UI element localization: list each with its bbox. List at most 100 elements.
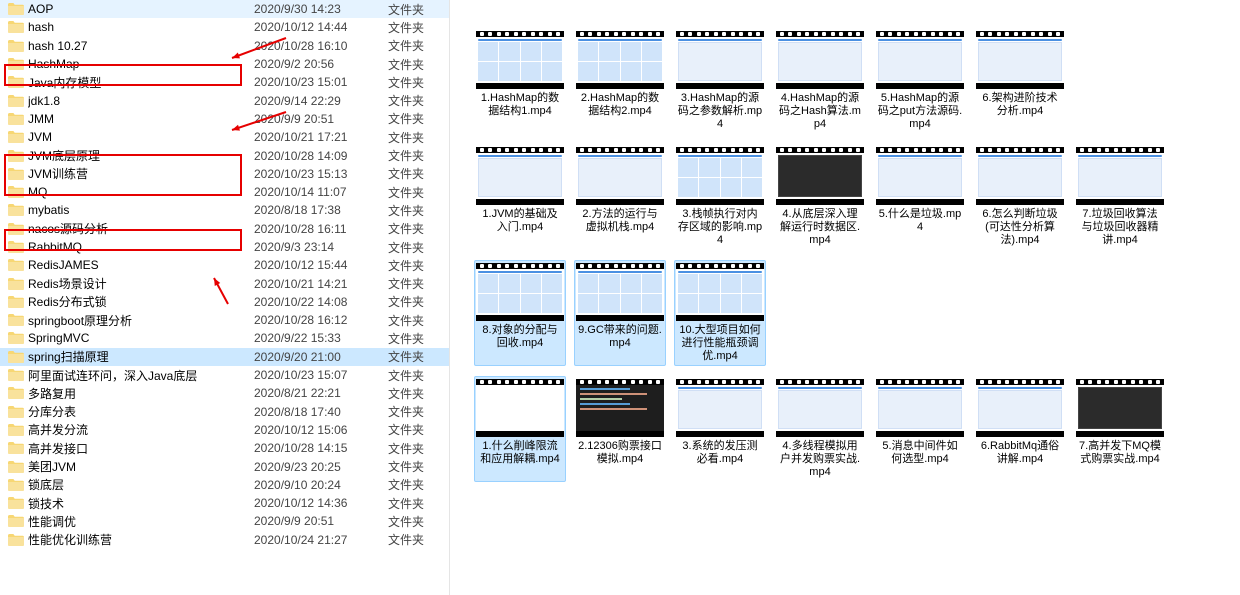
video-thumbnail[interactable]: 1.HashMap的数据结构1.mp4 — [474, 28, 566, 134]
video-thumbnail[interactable]: 5.HashMap的源码之put方法源码.mp4 — [874, 28, 966, 134]
video-thumbnail[interactable]: 8.对象的分配与回收.mp4 — [474, 260, 566, 366]
folder-type: 文件夹 — [388, 37, 424, 54]
folder-date: 2020/9/30 14:23 — [254, 2, 388, 16]
folder-name: 锁技术 — [28, 495, 254, 512]
folder-row[interactable]: spring扫描原理2020/9/20 21:00文件夹 — [0, 348, 449, 366]
folder-row[interactable]: RedisJAMES2020/10/12 15:44文件夹 — [0, 256, 449, 274]
folder-row[interactable]: 美团JVM2020/9/23 20:25文件夹 — [0, 457, 449, 475]
folder-date: 2020/10/22 14:08 — [254, 295, 388, 309]
folder-date: 2020/10/28 16:10 — [254, 39, 388, 53]
folder-row[interactable]: Redis场景设计2020/10/21 14:21文件夹 — [0, 274, 449, 292]
video-film-icon — [676, 147, 764, 205]
video-thumbnail[interactable]: 3.栈帧执行对内存区域的影响.mp4 — [674, 144, 766, 250]
folder-icon — [8, 479, 24, 491]
folder-name: 高并发接口 — [28, 440, 254, 457]
folder-row[interactable]: 多路复用2020/8/21 22:21文件夹 — [0, 384, 449, 402]
folder-name: HashMap — [28, 57, 254, 71]
video-filename: 5.HashMap的源码之put方法源码.mp4 — [877, 92, 963, 131]
folder-row[interactable]: SpringMVC2020/9/22 15:33文件夹 — [0, 329, 449, 347]
video-thumbnail[interactable]: 7.垃圾回收算法与垃圾回收器精讲.mp4 — [1074, 144, 1166, 250]
folder-date: 2020/8/21 22:21 — [254, 386, 388, 400]
video-film-icon — [1076, 147, 1164, 205]
folder-row[interactable]: JVM底层原理2020/10/28 14:09文件夹 — [0, 146, 449, 164]
video-thumbnail[interactable]: 6.怎么判断垃圾(可达性分析算法).mp4 — [974, 144, 1066, 250]
video-filename: 4.多线程模拟用户并发购票实战.mp4 — [777, 440, 863, 479]
video-thumbnail[interactable]: 10.大型项目如何进行性能瓶颈调优.mp4 — [674, 260, 766, 366]
folder-row[interactable]: jdk1.82020/9/14 22:29文件夹 — [0, 91, 449, 109]
folder-icon — [8, 369, 24, 381]
folder-row[interactable]: 性能优化训练营2020/10/24 21:27文件夹 — [0, 531, 449, 549]
folder-type: 文件夹 — [388, 330, 424, 347]
video-thumbnail[interactable]: 4.HashMap的源码之Hash算法.mp4 — [774, 28, 866, 134]
folder-row[interactable]: hash 10.272020/10/28 16:10文件夹 — [0, 37, 449, 55]
video-thumbnail[interactable]: 7.高并发下MQ模式购票实战.mp4 — [1074, 376, 1166, 482]
folder-type: 文件夹 — [388, 239, 424, 256]
folder-row[interactable]: Redis分布式锁2020/10/22 14:08文件夹 — [0, 293, 449, 311]
folder-icon — [8, 351, 24, 363]
folder-date: 2020/10/21 17:21 — [254, 130, 388, 144]
folder-name: 分库分表 — [28, 403, 254, 420]
video-filename: 3.栈帧执行对内存区域的影响.mp4 — [677, 208, 763, 247]
folder-row[interactable]: JMM2020/9/9 20:51文件夹 — [0, 110, 449, 128]
folder-row[interactable]: JVM训练营2020/10/23 15:13文件夹 — [0, 165, 449, 183]
video-thumbnail[interactable]: 3.HashMap的源码之参数解析.mp4 — [674, 28, 766, 134]
folder-name: 性能调优 — [28, 513, 254, 530]
folder-name: spring扫描原理 — [28, 348, 254, 365]
folder-row[interactable]: 锁底层2020/9/10 20:24文件夹 — [0, 476, 449, 494]
video-thumbnail[interactable]: 4.从底层深入理解运行时数据区.mp4 — [774, 144, 866, 250]
video-filename: 1.HashMap的数据结构1.mp4 — [477, 92, 563, 118]
folder-row[interactable]: 分库分表2020/8/18 17:40文件夹 — [0, 403, 449, 421]
folder-icon — [8, 223, 24, 235]
folder-row[interactable]: 高并发分流2020/10/12 15:06文件夹 — [0, 421, 449, 439]
folder-date: 2020/10/28 16:11 — [254, 222, 388, 236]
folder-type: 文件夹 — [388, 74, 424, 91]
folder-row[interactable]: 阿里面试连环问，深入Java底层2020/10/23 15:07文件夹 — [0, 366, 449, 384]
video-thumbnail[interactable]: 1.什么削峰限流和应用解耦.mp4 — [474, 376, 566, 482]
folder-row[interactable]: HashMap2020/9/2 20:56文件夹 — [0, 55, 449, 73]
folder-row[interactable]: nacos源码分析2020/10/28 16:11文件夹 — [0, 220, 449, 238]
folder-row[interactable]: hash2020/10/12 14:44文件夹 — [0, 18, 449, 36]
folder-row[interactable]: mybatis2020/8/18 17:38文件夹 — [0, 201, 449, 219]
video-thumbnail[interactable]: 6.RabbitMq通俗讲解.mp4 — [974, 376, 1066, 482]
folder-row[interactable]: 性能调优2020/9/9 20:51文件夹 — [0, 512, 449, 530]
folder-name: MQ — [28, 185, 254, 199]
video-thumbnail[interactable]: 5.什么是垃圾.mp4 — [874, 144, 966, 250]
folder-type: 文件夹 — [388, 476, 424, 493]
folder-name: AOP — [28, 2, 254, 16]
video-filename: 9.GC带来的问题.mp4 — [577, 324, 663, 350]
folder-row[interactable]: AOP2020/9/30 14:23文件夹 — [0, 0, 449, 18]
folder-type: 文件夹 — [388, 1, 424, 18]
folder-row[interactable]: 高并发接口2020/10/28 14:15文件夹 — [0, 439, 449, 457]
video-thumbnail[interactable]: 2.12306购票接口模拟.mp4 — [574, 376, 666, 482]
folder-date: 2020/10/12 15:06 — [254, 423, 388, 437]
video-thumbnail[interactable]: 5.消息中间件如何选型.mp4 — [874, 376, 966, 482]
folder-row[interactable]: RabbitMQ2020/9/3 23:14文件夹 — [0, 238, 449, 256]
folder-type: 文件夹 — [388, 165, 424, 182]
folder-type: 文件夹 — [388, 513, 424, 530]
video-film-icon — [876, 31, 964, 89]
video-thumbnail[interactable]: 1.JVM的基础及入门.mp4 — [474, 144, 566, 250]
folder-type: 文件夹 — [388, 92, 424, 109]
folder-row[interactable]: JVM2020/10/21 17:21文件夹 — [0, 128, 449, 146]
video-film-icon — [776, 31, 864, 89]
folder-date: 2020/10/14 11:07 — [254, 185, 388, 199]
video-filename: 7.高并发下MQ模式购票实战.mp4 — [1077, 440, 1163, 466]
folder-icon — [8, 241, 24, 253]
folder-row[interactable]: 锁技术2020/10/12 14:36文件夹 — [0, 494, 449, 512]
video-thumbnail[interactable]: 2.HashMap的数据结构2.mp4 — [574, 28, 666, 134]
folder-row[interactable]: Java内存模型2020/10/23 15:01文件夹 — [0, 73, 449, 91]
video-thumbnail[interactable]: 2.方法的运行与虚拟机栈.mp4 — [574, 144, 666, 250]
video-thumbnail[interactable]: 4.多线程模拟用户并发购票实战.mp4 — [774, 376, 866, 482]
folder-name: Redis场景设计 — [28, 275, 254, 292]
folder-icon — [8, 204, 24, 216]
folder-icon — [8, 95, 24, 107]
folder-icon — [8, 40, 24, 52]
thumbnail-row: 1.JVM的基础及入门.mp42.方法的运行与虚拟机栈.mp4 3.栈帧执行对内存… — [474, 144, 1230, 250]
video-filename: 1.什么削峰限流和应用解耦.mp4 — [477, 440, 563, 466]
video-thumbnail[interactable]: 9.GC带来的问题.mp4 — [574, 260, 666, 366]
folder-row[interactable]: springboot原理分析2020/10/28 16:12文件夹 — [0, 311, 449, 329]
video-thumbnail[interactable]: 6.架构进阶技术分析.mp4 — [974, 28, 1066, 134]
folder-row[interactable]: MQ2020/10/14 11:07文件夹 — [0, 183, 449, 201]
video-thumbnail[interactable]: 3.系统的发压测必看.mp4 — [674, 376, 766, 482]
folder-date: 2020/9/14 22:29 — [254, 94, 388, 108]
